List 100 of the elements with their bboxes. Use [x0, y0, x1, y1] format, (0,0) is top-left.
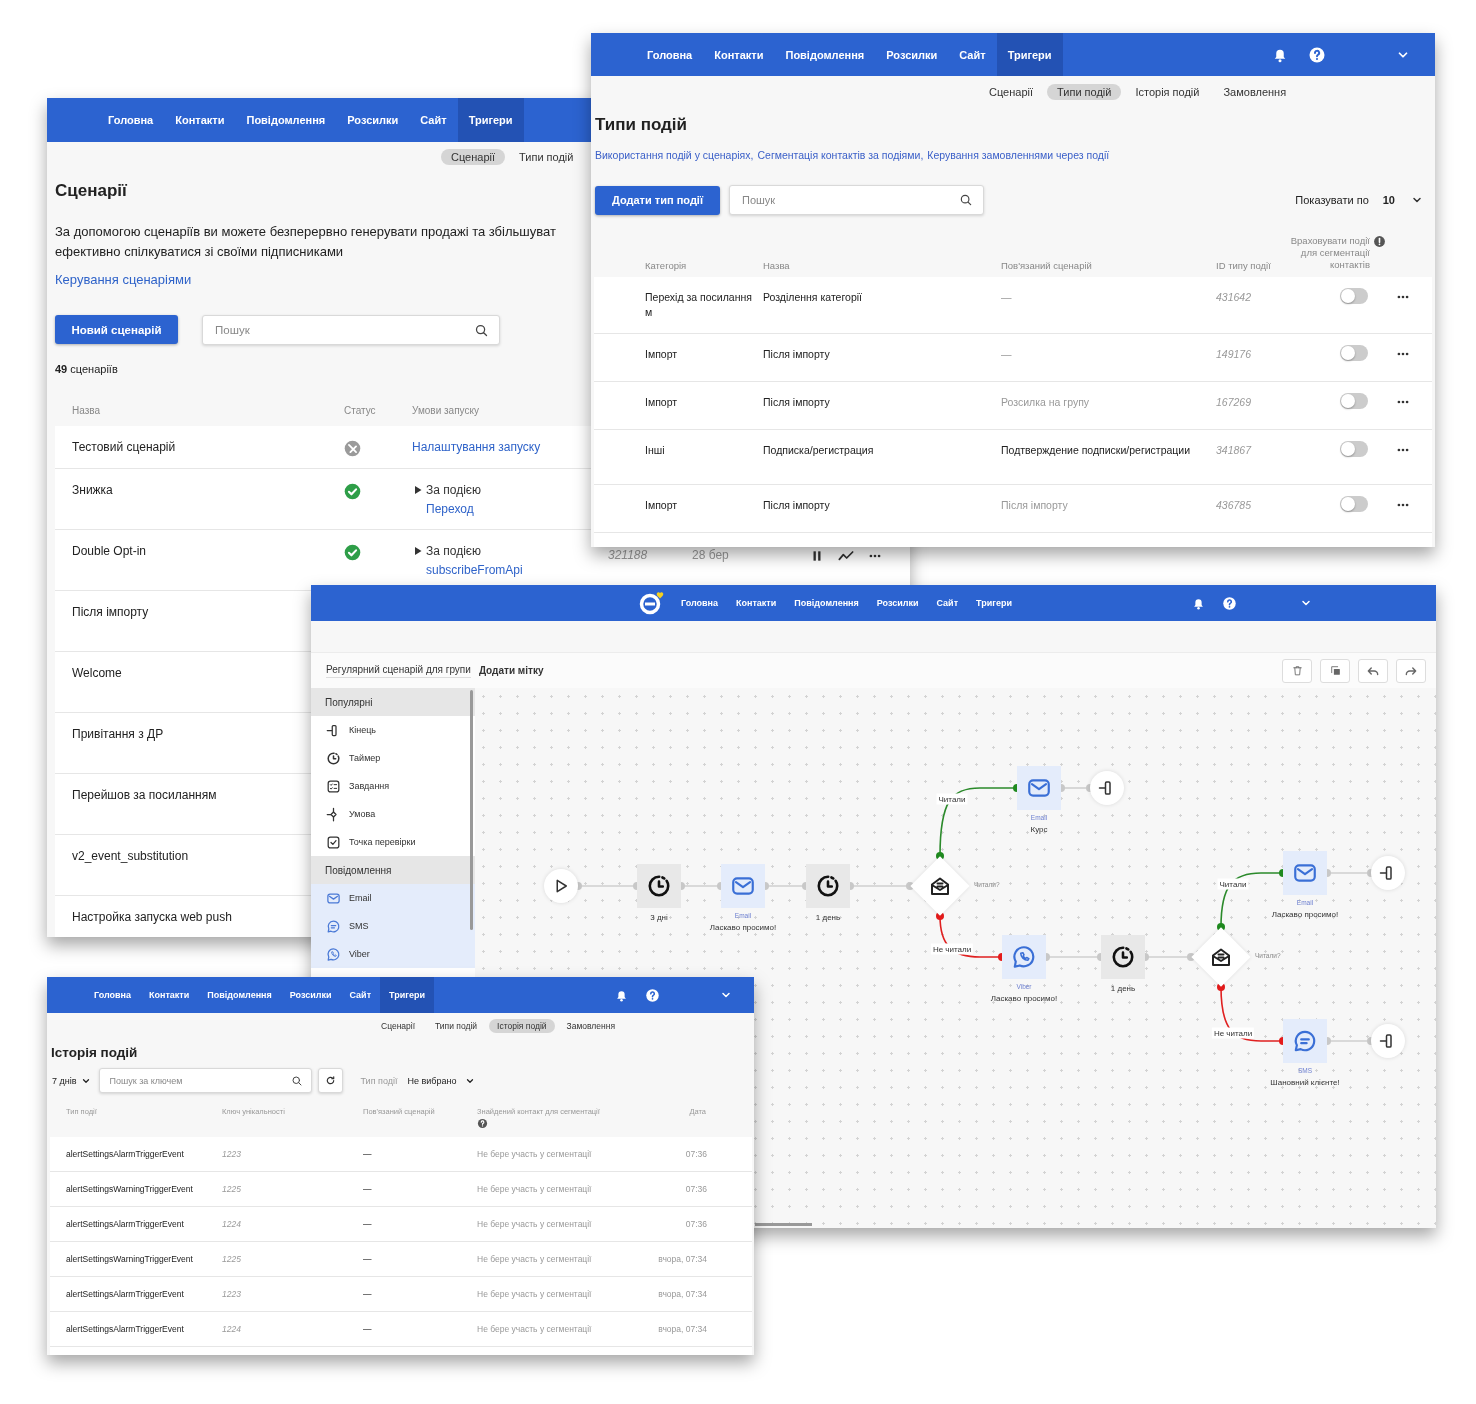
- nav-link[interactable]: Контакти: [727, 585, 786, 621]
- scenario-name[interactable]: Тестовий сценарій: [72, 440, 176, 454]
- event-type-select[interactable]: Не вибрано: [407, 1075, 476, 1086]
- tab[interactable]: Типи подій: [427, 1019, 486, 1033]
- tab[interactable]: Замовлення: [1213, 84, 1297, 100]
- timer-node[interactable]: [637, 864, 681, 908]
- nav-link[interactable]: Сайт: [340, 977, 381, 1013]
- nav-link[interactable]: Головна: [672, 585, 727, 621]
- help-link[interactable]: Керування замовленнями через події: [927, 149, 1110, 161]
- toggle[interactable]: [1340, 441, 1368, 457]
- palette-item[interactable]: Таймер: [349, 753, 381, 763]
- search-icon: [290, 1074, 303, 1087]
- scenario-name[interactable]: Настройка запуска web push: [72, 910, 232, 924]
- end-node[interactable]: [1371, 1024, 1405, 1058]
- palette-item[interactable]: Завдання: [349, 781, 390, 791]
- column-header: ID типу події: [1216, 260, 1272, 271]
- palette-item[interactable]: Кінець: [349, 725, 377, 735]
- nav-link[interactable]: Контакти: [703, 33, 775, 76]
- new-scenario-button[interactable]: Новий сценарій: [55, 315, 178, 344]
- nav-link[interactable]: Розсилки: [867, 585, 928, 621]
- nav-link[interactable]: Головна: [636, 33, 704, 76]
- toggle[interactable]: [1340, 496, 1368, 512]
- page-size-label: Показувати по: [1295, 194, 1369, 206]
- help-link[interactable]: Сегментація контактів за подіями,: [757, 149, 924, 161]
- nav-link[interactable]: Контакти: [164, 98, 236, 142]
- tab[interactable]: Сценарії: [979, 84, 1044, 100]
- search-field[interactable]: Пошук: [729, 185, 984, 215]
- scenario-name[interactable]: Знижка: [72, 483, 113, 497]
- help-icon[interactable]: [1308, 45, 1326, 64]
- scenario-name[interactable]: Перейшов за посиланням: [72, 788, 217, 802]
- scenario-name-field[interactable]: Регулярний сценарій для групи: [326, 663, 471, 678]
- toggle[interactable]: [1340, 393, 1368, 409]
- nav-link[interactable]: Головна: [85, 977, 140, 1013]
- search-field[interactable]: Пошук за ключем: [98, 1068, 312, 1093]
- nav-link[interactable]: Головна: [97, 98, 165, 142]
- timer-node[interactable]: [1101, 935, 1145, 979]
- redo-button[interactable]: [1396, 658, 1426, 683]
- nav-link[interactable]: Розсилки: [875, 33, 949, 76]
- nav-link[interactable]: Контакти: [140, 977, 199, 1013]
- palette-item[interactable]: SMS: [349, 921, 369, 931]
- nav-link[interactable]: Повідомлення: [785, 585, 868, 621]
- add-tag-link[interactable]: Додати мітку: [478, 665, 544, 676]
- palette-item[interactable]: Точка перевірки: [349, 837, 416, 847]
- scenario-name[interactable]: Після імпорту: [72, 605, 149, 619]
- scrollbar[interactable]: [470, 690, 473, 930]
- tab[interactable]: Історія подій: [489, 1019, 555, 1033]
- nav-link[interactable]: Розсилки: [280, 977, 341, 1013]
- tab[interactable]: Замовлення: [558, 1019, 623, 1033]
- nav-link[interactable]: Сайт: [948, 33, 997, 76]
- timer-node[interactable]: [806, 864, 850, 908]
- scenario-name[interactable]: Привітання з ДР: [72, 727, 164, 741]
- help-link[interactable]: Використання подій у сценаріях,: [595, 149, 754, 161]
- palette-item[interactable]: Умова: [349, 809, 376, 819]
- nav-link[interactable]: Сайт: [409, 98, 458, 142]
- nav-link[interactable]: Тригери: [380, 977, 435, 1013]
- tab[interactable]: Типи подій: [1047, 84, 1122, 100]
- sms-node[interactable]: [1283, 1019, 1327, 1063]
- tab[interactable]: Сценарії: [441, 149, 506, 165]
- event-link[interactable]: Переход: [426, 502, 474, 516]
- nav-link[interactable]: Розсилки: [336, 98, 410, 142]
- email-node[interactable]: [721, 864, 765, 908]
- nav-link[interactable]: Сайт: [927, 585, 968, 621]
- palette-item[interactable]: Email: [349, 893, 372, 903]
- nav-link[interactable]: Повідомлення: [198, 977, 281, 1013]
- scenario-name[interactable]: Double Opt-in: [72, 544, 147, 558]
- nav-link[interactable]: Тригери: [996, 33, 1063, 76]
- end-node[interactable]: [1371, 856, 1405, 890]
- nav-link[interactable]: Тригери: [457, 98, 524, 142]
- tab[interactable]: Історія подій: [1125, 84, 1210, 100]
- toggle[interactable]: [1340, 288, 1368, 304]
- period-select[interactable]: 7 днів: [52, 1075, 91, 1086]
- nav-link[interactable]: Тригери: [967, 585, 1022, 621]
- event-link[interactable]: subscribeFromApi: [426, 563, 523, 577]
- refresh-button[interactable]: [317, 1068, 343, 1093]
- phone-bubble-icon: [326, 946, 341, 962]
- tab[interactable]: Сценарії: [373, 1019, 424, 1033]
- launch-settings-link[interactable]: Налаштування запуску: [412, 440, 541, 454]
- search-field[interactable]: Пошук: [202, 315, 500, 345]
- manage-link[interactable]: Керування сценаріями: [55, 272, 192, 287]
- copy-button[interactable]: [1320, 658, 1350, 683]
- viber-node[interactable]: [1002, 935, 1046, 979]
- end-node[interactable]: [1090, 771, 1124, 805]
- undo-button[interactable]: [1358, 658, 1388, 683]
- toggle[interactable]: [1340, 345, 1368, 361]
- delete-button[interactable]: [1282, 658, 1312, 683]
- palette-item[interactable]: Viber: [349, 949, 370, 959]
- start-node[interactable]: [544, 869, 578, 903]
- scenario-name[interactable]: v2_event_substitution: [72, 849, 189, 863]
- email-node[interactable]: [1283, 851, 1327, 895]
- scrollbar[interactable]: [755, 1223, 812, 1226]
- help-icon[interactable]: [1222, 595, 1237, 611]
- nav-link[interactable]: Повідомлення: [235, 98, 337, 142]
- email-node[interactable]: [1017, 766, 1061, 810]
- tab[interactable]: Типи подій: [509, 149, 584, 165]
- add-event-type-button[interactable]: Додати тип події: [595, 185, 720, 215]
- nav-link[interactable]: Повідомлення: [774, 33, 876, 76]
- scenario-name[interactable]: Welcome: [72, 666, 122, 680]
- page-size-select[interactable]: 10: [1382, 194, 1395, 206]
- date-text: 28 бер: [692, 548, 729, 562]
- help-icon[interactable]: [645, 987, 660, 1003]
